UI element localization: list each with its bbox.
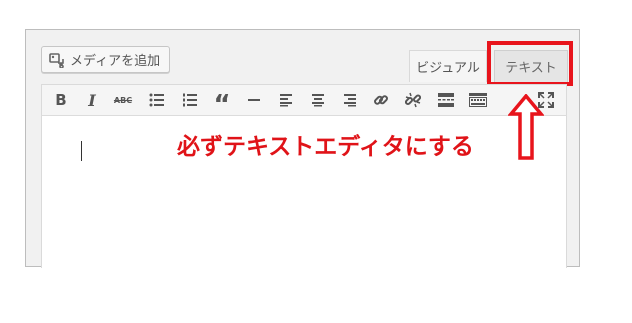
- unlink-icon: [405, 92, 421, 108]
- horizontal-rule-icon: [248, 99, 260, 101]
- bullet-list-icon: [149, 93, 164, 107]
- bold-button[interactable]: B: [48, 85, 74, 115]
- align-right-icon: [344, 94, 356, 107]
- add-media-button[interactable]: メディアを追加: [41, 46, 170, 73]
- editor-toolbar: B I ABC “: [41, 84, 567, 120]
- add-media-label: メディアを追加: [70, 54, 161, 69]
- italic-button[interactable]: I: [79, 85, 105, 115]
- read-more-icon: [438, 93, 454, 107]
- bold-icon: B: [55, 91, 67, 109]
- numbered-list-icon: [183, 93, 197, 107]
- align-center-button[interactable]: [305, 85, 331, 115]
- highlight-box: [487, 41, 573, 86]
- italic-icon: I: [88, 90, 96, 110]
- keyboard-icon: [469, 93, 487, 107]
- align-left-button[interactable]: [273, 85, 299, 115]
- link-button[interactable]: [368, 85, 394, 115]
- align-right-button[interactable]: [337, 85, 363, 115]
- blockquote-icon: “: [213, 90, 231, 120]
- tab-visual[interactable]: ビジュアル: [409, 50, 487, 82]
- instruction-annotation: 必ずテキストエディタにする: [177, 133, 474, 160]
- bullet-list-button[interactable]: [144, 85, 170, 115]
- tab-visual-label: ビジュアル: [416, 61, 480, 76]
- link-icon: [374, 95, 388, 105]
- align-left-icon: [280, 94, 292, 107]
- read-more-button[interactable]: [433, 85, 459, 115]
- text-cursor: [81, 141, 82, 161]
- up-arrow-annotation: [508, 94, 544, 160]
- align-center-icon: [312, 94, 324, 107]
- strikethrough-button[interactable]: ABC: [110, 85, 136, 115]
- toolbar-toggle-button[interactable]: [465, 85, 491, 115]
- blockquote-button[interactable]: “: [209, 85, 235, 120]
- strikethrough-icon: ABC: [113, 95, 133, 105]
- numbered-list-button[interactable]: [177, 85, 203, 115]
- unlink-button[interactable]: [400, 85, 426, 115]
- horizontal-rule-button[interactable]: [241, 85, 267, 115]
- media-icon: [48, 51, 66, 69]
